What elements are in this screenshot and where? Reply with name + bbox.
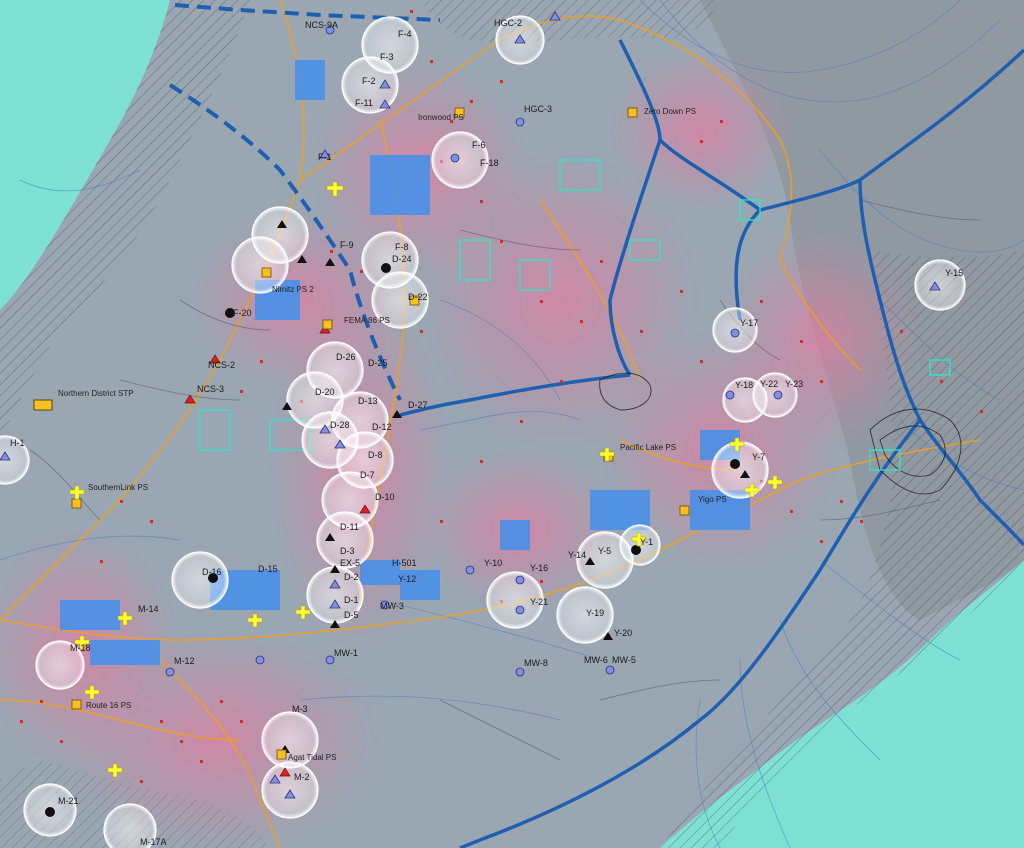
facility-label: Pacific Lake PS — [620, 443, 676, 452]
well-label: D-12 — [372, 422, 392, 432]
well-label: Y-1 — [640, 537, 653, 547]
well-label: M-21 — [58, 796, 79, 806]
well-label: Y-18 — [735, 380, 753, 390]
well-label: D-28 — [330, 420, 350, 430]
well-label: M-17A — [140, 837, 167, 847]
well-label: MW-3 — [380, 601, 404, 611]
well-label: F-1 — [318, 152, 332, 162]
well-label: EX-5 — [340, 558, 360, 568]
well-label: Y-10 — [484, 558, 502, 568]
well-label: D-8 — [368, 450, 383, 460]
well-label: F-18 — [480, 158, 499, 168]
well-label: MW-8 — [524, 658, 548, 668]
well-label: M-14 — [138, 604, 159, 614]
well-label: NCS-9A — [305, 20, 338, 30]
well-label: D-1 — [344, 595, 359, 605]
well-label: MW-6 — [584, 655, 608, 665]
facility-label: Agat Tidal PS — [288, 753, 336, 762]
well-label: D-13 — [358, 396, 378, 406]
well-label: Y-15 — [945, 268, 963, 278]
well-label: D-15 — [258, 564, 278, 574]
well-label: D-11 — [340, 522, 359, 532]
well-label: D-27 — [408, 400, 428, 410]
facility-label: Zero Down PS — [644, 107, 696, 116]
well-label: D-7 — [360, 470, 375, 480]
well-label: D-22 — [408, 292, 428, 302]
well-label: F-9 — [340, 240, 354, 250]
well-label: NCS-3 — [197, 384, 224, 394]
well-label: D-24 — [392, 254, 412, 264]
facility-label: Nimitz PS 2 — [272, 285, 314, 294]
well-label: M-18 — [70, 643, 91, 653]
well-label: F-3 — [380, 52, 394, 62]
well-label: MW-1 — [334, 648, 358, 658]
well-label: D-10 — [375, 492, 395, 502]
well-label: Y-17 — [740, 318, 758, 328]
well-label: D-2 — [344, 572, 359, 582]
well-label: Y-5 — [598, 546, 611, 556]
well-label: D-5 — [344, 610, 359, 620]
facility-label: FEMA 86 PS — [344, 316, 390, 325]
map-canvas[interactable]: NCS-9A F-4 F-3 F-2 F-11 F-1 F-6 F-18 F-9… — [0, 0, 1024, 848]
well-label: HGC-2 — [494, 18, 522, 28]
facility-label: Northern District STP — [58, 389, 134, 398]
treatment-plant-marker — [33, 399, 53, 411]
well-label: MW-5 — [612, 655, 636, 665]
well-label: F-6 — [472, 140, 486, 150]
well-label: F-4 — [398, 29, 412, 39]
facility-label: Ironwood PS — [418, 113, 464, 122]
well-label: Y-7 — [752, 452, 765, 462]
well-label: D-25 — [368, 358, 388, 368]
well-label: Y-12 — [398, 574, 416, 584]
well-label: NCS-2 — [208, 360, 235, 370]
well-label: Y-16 — [530, 563, 548, 573]
well-label: H-1 — [10, 438, 25, 448]
well-label: F-8 — [395, 242, 409, 252]
well-label: M-2 — [294, 772, 310, 782]
well-label: M-12 — [174, 656, 195, 666]
well-label: Y-21 — [530, 597, 548, 607]
well-label: F-2 — [362, 76, 376, 86]
hatched-zone-north — [420, 0, 720, 43]
facility-label: SouthernLink PS — [88, 483, 148, 492]
well-label: D-16 — [202, 567, 222, 577]
well-label: Y-14 — [568, 550, 586, 560]
well-label: Y-19 — [586, 608, 604, 618]
well-label: D-3 — [340, 546, 355, 556]
well-label: M-3 — [292, 704, 308, 714]
well-label: HGC-3 — [524, 104, 552, 114]
well-label: Y-20 — [614, 628, 632, 638]
map-view[interactable]: NCS-9A F-4 F-3 F-2 F-11 F-1 F-6 F-18 F-9… — [0, 0, 1024, 848]
well-label: D-20 — [315, 387, 335, 397]
facility-label: Route 16 PS — [86, 701, 131, 710]
well-label: H-501 — [392, 558, 417, 568]
well-label: Y-22 — [760, 379, 778, 389]
well-label: F-11 — [355, 98, 373, 108]
well-label: D-26 — [336, 352, 356, 362]
well-label: F-20 — [233, 308, 252, 318]
facility-label: Yigo PS — [698, 495, 727, 504]
well-label: Y-23 — [785, 379, 803, 389]
